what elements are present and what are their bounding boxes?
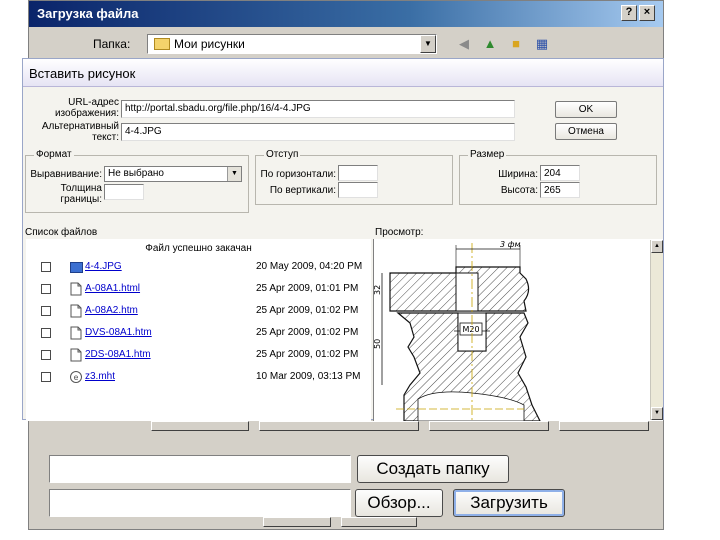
upload-window-title: Загрузка файла (29, 1, 663, 27)
left-dimension-top: 32 (374, 285, 382, 295)
file-checkbox[interactable] (41, 284, 51, 294)
alt-text-label: Альтернативный текст: (41, 121, 119, 143)
file-date: 20 May 2009, 04:20 PM (256, 261, 363, 272)
file-name-link[interactable]: z3.mht (85, 371, 115, 382)
format-group-title: Формат (34, 149, 74, 161)
upload-status: Файл успешно закачан (145, 243, 252, 254)
table-row[interactable]: 2DS-08A1.htm 25 Apr 2009, 01:02 PM (26, 345, 371, 367)
html-file-icon (70, 282, 82, 296)
html-file-icon (70, 348, 82, 362)
border-thickness-label: Толщина границы: (60, 183, 102, 205)
spacing-group-title: Отступ (264, 149, 301, 161)
thread-label: M20 (462, 325, 479, 334)
file-checkbox[interactable] (41, 262, 51, 272)
back-icon[interactable]: ◀ (455, 36, 473, 52)
look-in-combo[interactable]: Мои рисунки ▼ (147, 34, 437, 54)
file-date: 25 Apr 2009, 01:01 PM (256, 283, 359, 294)
url-label: URL-адрес изображения: (54, 97, 119, 119)
chevron-down-icon[interactable]: ▼ (420, 35, 436, 53)
file-checkbox[interactable] (41, 372, 51, 382)
file-path-field[interactable] (49, 489, 351, 517)
size-group-title: Размер (468, 149, 507, 161)
views-icon[interactable]: ▦ (533, 36, 551, 52)
border-thickness-input[interactable] (104, 184, 144, 200)
hidden-button-3[interactable] (429, 421, 549, 431)
hidden-button-2[interactable] (259, 421, 419, 431)
browse-button[interactable]: Обзор... (355, 489, 443, 517)
file-checkbox[interactable] (41, 306, 51, 316)
hidden-button-4[interactable] (559, 421, 649, 431)
help-button[interactable]: ? (621, 5, 637, 21)
table-row[interactable]: e z3.mht 10 Mar 2009, 03:13 PM (26, 367, 371, 389)
align-select[interactable]: Не выбрано ▼ (104, 166, 242, 182)
up-folder-icon[interactable]: ▲ (481, 36, 499, 52)
file-checkbox[interactable] (41, 350, 51, 360)
horizontal-spacing-input[interactable] (338, 165, 378, 181)
preview-scrollbar[interactable]: ▲ ▼ (650, 240, 663, 420)
scroll-down-icon[interactable]: ▼ (651, 407, 663, 420)
file-list: Файл успешно закачан 4-4.JPG 20 May 2009… (26, 239, 371, 421)
file-date: 25 Apr 2009, 01:02 PM (256, 349, 359, 360)
html-file-icon (70, 326, 82, 340)
table-row[interactable]: A-08A1.html 25 Apr 2009, 01:01 PM (26, 279, 371, 301)
alt-text-input[interactable]: 4-4.JPG (121, 123, 515, 141)
table-row[interactable]: A-08A2.htm 25 Apr 2009, 01:02 PM (26, 301, 371, 323)
hidden-button-5[interactable] (263, 517, 331, 527)
file-checkbox[interactable] (41, 328, 51, 338)
align-value: Не выбрано (108, 168, 164, 179)
horizontal-spacing-label: По горизонтали: (260, 169, 336, 180)
close-button[interactable]: × (639, 5, 655, 21)
ok-button[interactable]: OK (555, 101, 617, 118)
table-row[interactable]: 4-4.JPG 20 May 2009, 04:20 PM (26, 257, 371, 279)
left-dimension-bottom: 50 (374, 339, 382, 349)
size-group: Размер Ширина: 204 Высота: 265 (459, 149, 657, 205)
file-name-link[interactable]: DVS-08A1.htm (85, 327, 152, 338)
top-dimension: 3 фм (500, 240, 521, 249)
vertical-spacing-input[interactable] (338, 182, 378, 198)
image-file-icon (70, 262, 83, 273)
look-in-label: Папка: (93, 37, 131, 51)
height-label: Высота: (500, 185, 538, 196)
align-label: Выравнивание: (30, 169, 102, 180)
file-date: 25 Apr 2009, 01:02 PM (256, 305, 359, 316)
technical-drawing-preview: M20 3 фм 32 50 (373, 240, 541, 422)
html-file-icon (70, 304, 82, 318)
insert-dialog-title: Вставить рисунок (23, 59, 663, 87)
file-list-label: Список файлов (25, 227, 98, 238)
scroll-up-icon[interactable]: ▲ (651, 240, 663, 253)
vertical-spacing-label: По вертикали: (269, 185, 336, 196)
file-name-link[interactable]: A-08A2.htm (85, 305, 138, 316)
table-row[interactable]: DVS-08A1.htm 25 Apr 2009, 01:02 PM (26, 323, 371, 345)
bolt-hole (455, 272, 479, 312)
image-preview: M20 3 фм 32 50 (373, 239, 663, 422)
cancel-button[interactable]: Отмена (555, 123, 617, 140)
chevron-down-icon[interactable]: ▼ (227, 167, 241, 181)
file-name-link[interactable]: 2DS-08A1.htm (85, 349, 151, 360)
insert-image-dialog: Вставить рисунок URL-адрес изображения: … (22, 58, 664, 422)
pictures-folder-icon (154, 38, 170, 50)
new-folder-icon[interactable]: ■ (507, 36, 525, 52)
height-input[interactable]: 265 (540, 182, 580, 198)
file-name-link[interactable]: A-08A1.html (85, 283, 140, 294)
preview-label: Просмотр: (375, 227, 424, 238)
svg-text:e: e (74, 373, 79, 382)
hidden-button-6[interactable] (341, 517, 417, 527)
mht-file-icon: e (70, 371, 82, 383)
width-input[interactable]: 204 (540, 165, 580, 181)
file-date: 25 Apr 2009, 01:02 PM (256, 327, 359, 338)
url-input[interactable]: http://portal.sbadu.org/file.php/16/4-4.… (121, 100, 515, 118)
file-name-link[interactable]: 4-4.JPG (85, 261, 122, 272)
folder-name-field[interactable] (49, 455, 351, 483)
create-folder-button[interactable]: Создать папку (357, 455, 509, 483)
spacing-group: Отступ По горизонтали: По вертикали: (255, 149, 453, 205)
width-label: Ширина: (498, 169, 538, 180)
look-in-value: Мои рисунки (174, 37, 245, 51)
upload-button[interactable]: Загрузить (453, 489, 565, 517)
hidden-button-1[interactable] (151, 421, 249, 431)
file-date: 10 Mar 2009, 03:13 PM (256, 371, 361, 382)
format-group: Формат Выравнивание: Не выбрано ▼ Толщин… (25, 149, 249, 213)
